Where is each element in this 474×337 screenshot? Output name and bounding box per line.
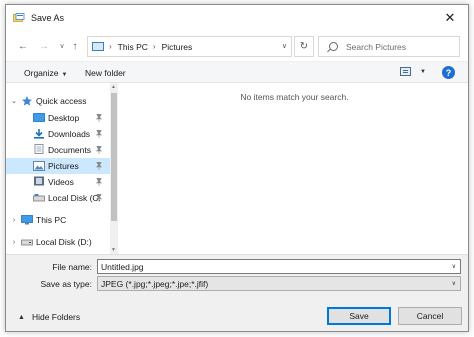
save-as-dialog: Save As ✕ ← → ∨ ↑ › This PC › Pictures ∨… (5, 4, 469, 332)
star-icon (22, 96, 32, 106)
breadcrumb-pictures[interactable]: Pictures (162, 42, 193, 52)
save-dialog-icon (13, 13, 25, 22)
drive-icon (33, 194, 45, 202)
pin-icon[interactable] (96, 146, 102, 154)
download-icon (34, 129, 44, 139)
save-button[interactable]: Save (327, 307, 391, 325)
hide-folders-button[interactable]: ▲ Hide Folders (18, 312, 80, 322)
search-input[interactable] (346, 41, 456, 52)
nav-item-desktop[interactable]: Desktop (6, 110, 110, 126)
refresh-icon: ↻ (299, 41, 309, 52)
address-row: ← → ∨ ↑ › This PC › Pictures ∨ ↻ (6, 31, 468, 61)
file-name-input[interactable] (98, 261, 438, 272)
nav-label: Documents (48, 145, 91, 155)
drive-icon (21, 239, 33, 246)
nav-label: Quick access (36, 96, 87, 106)
refresh-button[interactable]: ↻ (294, 36, 314, 57)
caret-up-icon: ▲ (18, 313, 25, 321)
cancel-button[interactable]: Cancel (398, 307, 462, 325)
chevron-right-icon[interactable]: › (10, 239, 18, 246)
chevron-down-icon: ∨ (451, 281, 456, 287)
address-dropdown-icon[interactable]: ∨ (282, 42, 287, 50)
command-bar: Organize ▼ New folder ▼ ? (6, 61, 468, 83)
new-folder-button[interactable]: New folder (85, 68, 126, 78)
back-button[interactable]: ← (16, 39, 30, 53)
nav-item-quick-access[interactable]: ⌄ Quick access (6, 93, 110, 109)
desktop-icon (33, 113, 45, 122)
help-button[interactable]: ? (442, 66, 455, 79)
nav-pane-scrollbar[interactable]: ▲ ▼ (110, 83, 118, 254)
save-as-type-select[interactable]: JPEG (*.jpg;*.jpeg;*.jpe;*.jfif) ∨ (97, 276, 461, 291)
breadcrumb-separator-icon[interactable]: › (153, 42, 156, 51)
breadcrumb-separator-icon[interactable]: › (109, 42, 112, 51)
arrow-up-icon: ↑ (72, 40, 78, 52)
navigation-pane: ⌄ Quick access Desktop Downloads Documen… (6, 83, 118, 254)
change-view-button[interactable]: ▼ (400, 67, 426, 76)
file-name-combobox[interactable]: ∨ (97, 259, 461, 274)
save-as-type-value: JPEG (*.jpg;*.jpeg;*.jpe;*.jfif) (101, 278, 209, 289)
help-icon: ? (445, 67, 452, 78)
view-details-icon (400, 67, 411, 76)
nav-item-documents[interactable]: Documents (6, 142, 110, 158)
pin-icon[interactable] (96, 162, 102, 170)
nav-label: This PC (36, 215, 67, 225)
videos-icon (34, 176, 44, 186)
chevron-right-icon[interactable]: › (10, 217, 18, 224)
up-button[interactable]: ↑ (68, 39, 82, 53)
arrow-right-icon: → (39, 40, 49, 52)
save-form: File name: ∨ Save as type: JPEG (*.jpg;*… (6, 254, 468, 331)
nav-item-pictures[interactable]: Pictures (6, 158, 110, 174)
breadcrumb-this-pc[interactable]: This PC (118, 42, 148, 52)
recent-locations-button[interactable]: ∨ (55, 39, 69, 53)
pin-icon[interactable] (96, 130, 102, 138)
hide-folders-label: Hide Folders (31, 312, 81, 322)
close-button[interactable]: ✕ (432, 5, 468, 31)
arrow-left-icon: ← (18, 40, 28, 52)
address-bar[interactable]: › This PC › Pictures ∨ (87, 36, 292, 57)
empty-message: No items match your search. (240, 92, 349, 102)
nav-label: Desktop (48, 113, 80, 123)
nav-item-downloads[interactable]: Downloads (6, 126, 110, 142)
forward-button[interactable]: → (37, 39, 51, 53)
scroll-down-icon[interactable]: ▼ (111, 247, 116, 253)
computer-icon (92, 42, 104, 51)
nav-label: Local Disk (D:) (36, 237, 92, 247)
chevron-down-icon[interactable]: ∨ (452, 263, 456, 270)
organize-label: Organize (24, 68, 59, 78)
pin-icon[interactable] (96, 194, 102, 202)
file-list[interactable]: No items match your search. (119, 83, 468, 254)
window-title: Save As (31, 13, 65, 23)
nav-item-local-disk-c[interactable]: Local Disk (C: (6, 190, 110, 206)
search-box[interactable] (318, 36, 460, 57)
file-name-label: File name: (52, 262, 92, 272)
scroll-up-icon[interactable]: ▲ (111, 84, 116, 90)
scroll-thumb[interactable] (111, 93, 117, 221)
pin-icon[interactable] (96, 178, 102, 186)
nav-label: Local Disk (C: (48, 193, 101, 203)
title-bar: Save As ✕ (6, 5, 468, 31)
nav-item-videos[interactable]: Videos (6, 174, 110, 190)
documents-icon (34, 144, 44, 154)
search-icon (329, 42, 338, 51)
caret-down-icon: ▼ (420, 68, 426, 75)
caret-down-icon: ▼ (61, 72, 68, 78)
pictures-icon (33, 161, 45, 171)
nav-label: Videos (48, 177, 74, 187)
nav-item-this-pc[interactable]: › This PC (6, 212, 110, 228)
pin-icon[interactable] (96, 114, 102, 122)
nav-item-local-disk-d[interactable]: › Local Disk (D:) (6, 234, 110, 250)
nav-label: Pictures (48, 161, 79, 171)
organize-button[interactable]: Organize ▼ (24, 68, 67, 78)
save-as-type-label: Save as type: (40, 279, 92, 289)
chevron-down-icon: ∨ (59, 43, 65, 50)
chevron-down-icon[interactable]: ⌄ (10, 97, 18, 105)
nav-label: Downloads (48, 129, 91, 139)
close-icon: ✕ (444, 10, 456, 25)
computer-icon (21, 215, 33, 225)
